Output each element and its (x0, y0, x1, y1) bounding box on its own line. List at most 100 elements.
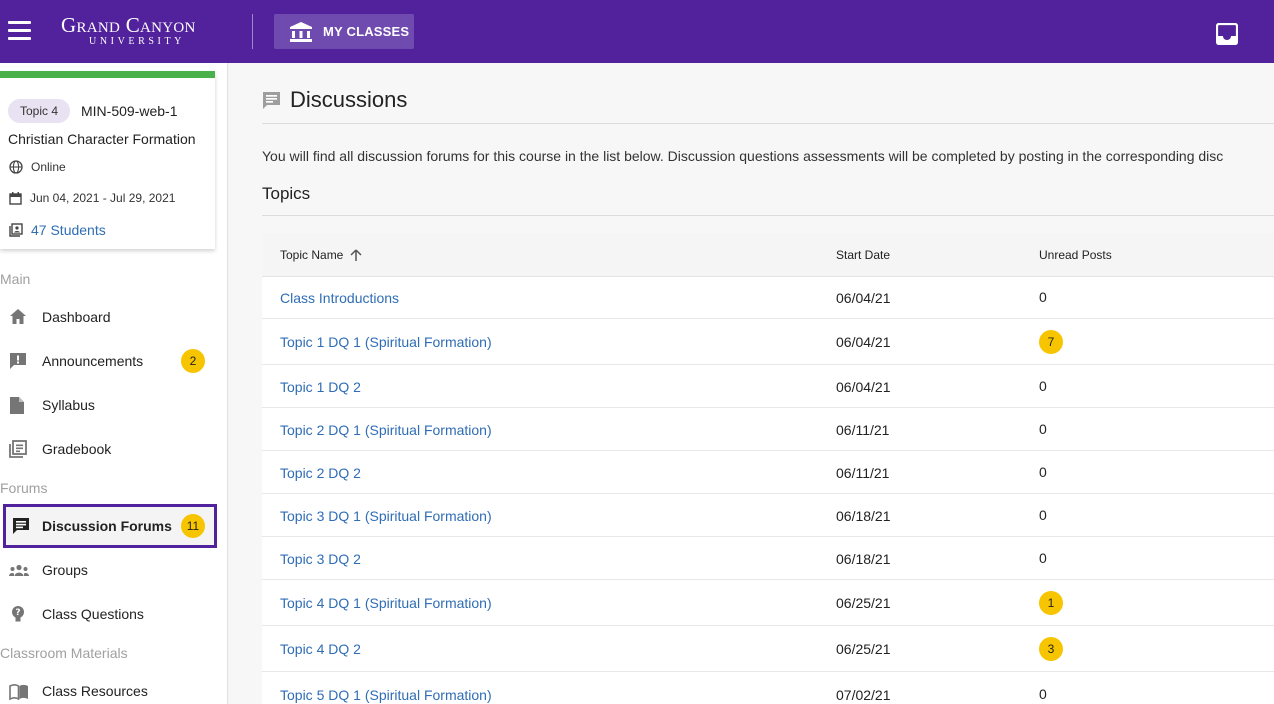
course-name: Christian Character Formation (8, 131, 196, 147)
start-date: 06/25/21 (836, 595, 891, 611)
table-row: Class Introductions 06/04/21 0 (262, 277, 1274, 319)
table-row: Topic 2 DQ 2 06/11/21 0 (262, 451, 1274, 494)
forum-icon (13, 518, 29, 534)
unread-badge: 1 (1039, 591, 1063, 615)
sidebar-item-label: Class Questions (42, 606, 144, 622)
table-row: Topic 3 DQ 2 06/18/21 0 (262, 537, 1274, 580)
title-divider (262, 123, 1274, 124)
table-row: Topic 1 DQ 2 06/04/21 0 (262, 365, 1274, 408)
topic-link[interactable]: Topic 1 DQ 1 (Spiritual Formation) (280, 334, 492, 350)
sidebar-item-syllabus[interactable]: Syllabus (0, 385, 218, 425)
sidebar-item-class-questions[interactable]: ? Class Questions (0, 594, 218, 634)
discussion-forums-badge: 11 (181, 514, 205, 538)
column-header-topic-name[interactable]: Topic Name (280, 233, 362, 277)
sidebar-item-groups[interactable]: Groups (0, 550, 218, 590)
intro-text: You will find all discussion forums for … (262, 148, 1224, 164)
document-icon (10, 397, 24, 414)
unread-count: 0 (1039, 549, 1047, 566)
start-date: 06/04/21 (836, 334, 891, 350)
section-forums: Forums (0, 480, 48, 496)
modality-text: Online (31, 160, 66, 174)
discussion-icon (263, 91, 280, 109)
inbox-icon[interactable] (1216, 23, 1238, 45)
topic-link[interactable]: Topic 4 DQ 1 (Spiritual Formation) (280, 595, 492, 611)
sidebar-item-class-resources[interactable]: Class Resources (0, 671, 218, 704)
sidebar-item-announcements[interactable]: Announcements 2 (0, 341, 218, 381)
topic-link[interactable]: Topic 4 DQ 2 (280, 641, 361, 657)
sidebar-item-dashboard[interactable]: Dashboard (0, 297, 218, 337)
question-icon: ? (12, 606, 24, 622)
unread-badge: 3 (1039, 637, 1063, 661)
topic-link[interactable]: Topic 2 DQ 2 (280, 465, 361, 481)
table-body: Class Introductions 06/04/21 0 Topic 1 DQ 1… (262, 277, 1274, 704)
sort-ascending-icon (350, 248, 362, 261)
unread-count: 0 (1039, 463, 1047, 480)
course-modality: Online (9, 160, 66, 174)
topic-link[interactable]: Topic 5 DQ 1 (Spiritual Formation) (280, 687, 492, 703)
topic-link[interactable]: Topic 3 DQ 2 (280, 551, 361, 567)
course-code: MIN-509-web-1 (81, 103, 178, 119)
sidebar-item-label: Class Resources (42, 683, 148, 699)
calendar-icon (9, 191, 22, 205)
unread-count: 0 (1039, 289, 1047, 305)
logo-subtitle: UNIVERSITY (89, 36, 185, 47)
menu-icon[interactable] (8, 21, 31, 41)
start-date: 06/11/21 (836, 421, 890, 438)
sidebar-item-label: Dashboard (42, 309, 111, 325)
section-classroom-materials: Classroom Materials (0, 645, 128, 661)
table-row: Topic 4 DQ 2 06/25/21 3 (262, 626, 1274, 672)
sidebar-item-label: Syllabus (42, 397, 95, 413)
sidebar-item-label: Discussion Forums (42, 518, 172, 534)
sidebar-item-label: Gradebook (42, 441, 112, 457)
topic-pill: Topic 4 (8, 99, 71, 123)
globe-icon (9, 160, 23, 174)
header-divider (252, 14, 253, 49)
unread-count: 0 (1039, 377, 1047, 394)
top-bar: Grand Canyon UNIVERSITY MY CLASSES (0, 0, 1274, 63)
topics-table: Topic Name Start Date Unread Posts Class… (262, 233, 1274, 704)
svg-text:?: ? (15, 608, 20, 618)
sidebar-item-gradebook[interactable]: Gradebook (0, 429, 218, 469)
start-date: 06/18/21 (836, 550, 891, 567)
sidebar-item-label: Announcements (42, 353, 144, 369)
unread-count: 0 (1039, 420, 1047, 437)
unread-count: 0 (1039, 686, 1047, 702)
book-icon (9, 684, 28, 700)
table-row: Topic 1 DQ 1 (Spiritual Formation) 06/04/… (262, 319, 1274, 365)
section-main: Main (0, 271, 31, 287)
start-date: 06/18/21 (836, 507, 891, 524)
topic-link[interactable]: Topic 1 DQ 2 (280, 379, 361, 395)
topics-divider (262, 215, 1274, 216)
sidebar-item-discussion-forums[interactable]: Discussion Forums 11 (3, 504, 217, 548)
column-header-start-date[interactable]: Start Date (836, 233, 890, 277)
page-title: Discussions (290, 87, 408, 112)
gradebook-icon (9, 440, 27, 458)
table-row: Topic 4 DQ 1 (Spiritual Formation) 06/25/… (262, 580, 1274, 626)
topic-link[interactable]: Topic 3 DQ 1 (Spiritual Formation) (280, 508, 492, 524)
unread-count: 0 (1039, 506, 1047, 523)
announcements-badge: 2 (181, 349, 205, 373)
column-header-label: Topic Name (280, 248, 344, 262)
topics-heading: Topics (262, 184, 311, 203)
topic-link[interactable]: Topic 2 DQ 1 (Spiritual Formation) (280, 422, 492, 438)
university-logo[interactable]: Grand Canyon UNIVERSITY (61, 14, 196, 47)
table-row: Topic 5 DQ 1 (Spiritual Formation) 07/02/… (262, 672, 1274, 704)
start-date: 06/04/21 (836, 378, 891, 395)
start-date: 07/02/21 (836, 687, 891, 703)
students-link[interactable]: 47 Students (9, 222, 106, 238)
course-card: Topic 4 MIN-509-web-1 Christian Characte… (0, 71, 215, 249)
home-icon (10, 309, 26, 324)
my-classes-label: MY CLASSES (323, 24, 410, 39)
column-header-unread-posts[interactable]: Unread Posts (1039, 233, 1112, 277)
topic-link[interactable]: Class Introductions (280, 290, 399, 306)
page-title-row: Discussions (262, 87, 407, 113)
start-date: 06/25/21 (836, 641, 891, 657)
unread-badge: 7 (1039, 330, 1063, 354)
institution-icon (290, 21, 312, 42)
logo-name: Grand Canyon (61, 13, 196, 37)
groups-icon (9, 564, 29, 576)
sidebar-item-label: Groups (42, 562, 88, 578)
main-content: Discussions You will find all discussion… (229, 63, 1274, 704)
my-classes-button[interactable]: MY CLASSES (274, 14, 414, 49)
dates-text: Jun 04, 2021 - Jul 29, 2021 (30, 191, 176, 205)
